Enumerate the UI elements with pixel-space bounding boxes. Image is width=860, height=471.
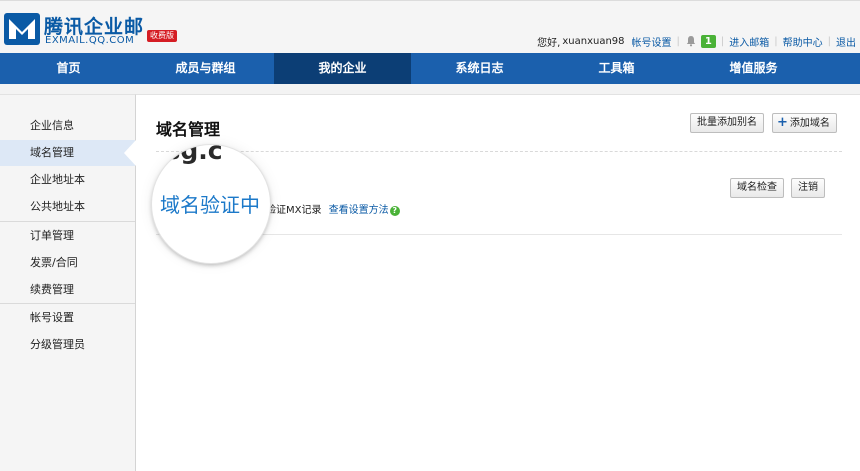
sidebar: 企业信息 域名管理 企业地址本 公共地址本 订单管理 发票/合同 续费管理 帐号… xyxy=(0,94,136,471)
setup-method-link[interactable]: 查看设置方法 xyxy=(329,205,389,216)
user-toolbar: 您好, xuanxuan98 帐号设置 | 1 | 进入邮箱 | 帮助中心 | … xyxy=(537,33,856,49)
nav-home[interactable]: 首页 xyxy=(0,53,137,84)
page-title: 域名管理 xyxy=(156,120,221,139)
brand-logo[interactable]: 腾讯企业邮 EXMAIL.QQ.COM 收费版 xyxy=(4,13,177,53)
logout-link[interactable]: 退出 xyxy=(836,34,856,49)
sidebar-divider xyxy=(0,303,135,304)
sidebar-item-enterprise-info[interactable]: 企业信息 xyxy=(0,113,135,139)
nav-bottom-strip xyxy=(0,84,860,94)
sidebar-divider xyxy=(0,221,135,222)
add-domain-label: 添加域名 xyxy=(789,118,830,129)
mx-verify-text: 验证MX记录 xyxy=(266,205,322,216)
nav-my-enterprise[interactable]: 我的企业 xyxy=(274,53,411,84)
brand-domain: EXMAIL.QQ.COM xyxy=(45,35,135,46)
toolbar-separator: | xyxy=(774,35,778,47)
main-content: 域名管理 批量添加别名 + 添加域名 验证MX记录 查看设置方法? 域名检查 注销… xyxy=(136,94,860,471)
sidebar-item-renewal[interactable]: 续费管理 xyxy=(0,277,135,303)
nav-toolbox[interactable]: 工具箱 xyxy=(548,53,685,84)
bell-icon[interactable] xyxy=(685,35,697,47)
sidebar-item-sub-admin[interactable]: 分级管理员 xyxy=(0,332,135,358)
active-pointer xyxy=(124,140,136,166)
sidebar-item-enterprise-address-book[interactable]: 企业地址本 xyxy=(0,167,135,193)
enter-mailbox-link[interactable]: 进入邮箱 xyxy=(729,34,769,49)
nav-value-added[interactable]: 增值服务 xyxy=(685,53,822,84)
deregister-button[interactable]: 注销 xyxy=(791,178,825,198)
greeting-text: 您好, xyxy=(537,37,561,49)
domain-status-note: 验证MX记录 查看设置方法? xyxy=(266,201,400,216)
sidebar-item-public-address-book[interactable]: 公共地址本 xyxy=(0,194,135,220)
batch-add-alias-button[interactable]: 批量添加别名 xyxy=(690,113,764,133)
notification-count-badge[interactable]: 1 xyxy=(700,34,716,48)
toolbar-separator: | xyxy=(720,35,725,47)
sidebar-item-domain-management[interactable]: 域名管理 xyxy=(0,140,135,166)
domain-check-button[interactable]: 域名检查 xyxy=(730,178,784,198)
toolbar-separator: | xyxy=(676,35,680,47)
domain-verifying-status: 域名验证中 xyxy=(160,193,260,217)
envelope-logo-icon xyxy=(4,13,40,45)
top-header: 腾讯企业邮 EXMAIL.QQ.COM 收费版 您好, xuanxuan98 帐… xyxy=(0,0,860,53)
help-question-icon[interactable]: ? xyxy=(389,206,400,216)
sidebar-item-account-settings[interactable]: 帐号设置 xyxy=(0,305,135,331)
plus-icon: + xyxy=(777,115,788,130)
zoom-magnifier: .sg.c 域名验证中 xyxy=(152,145,270,263)
sidebar-item-invoice-contract[interactable]: 发票/合同 xyxy=(0,250,135,276)
section-divider xyxy=(156,151,842,152)
toolbar-separator: | xyxy=(827,35,831,47)
edition-badge: 收费版 xyxy=(147,30,177,42)
domain-name-partial: .sg.c xyxy=(156,145,223,165)
help-center-link[interactable]: 帮助中心 xyxy=(783,34,823,49)
add-domain-button[interactable]: + 添加域名 xyxy=(772,113,837,133)
username-text: xuanxuan98 xyxy=(562,35,625,47)
account-settings-link[interactable]: 帐号设置 xyxy=(632,34,672,49)
nav-system-log[interactable]: 系统日志 xyxy=(411,53,548,84)
main-nav: 首页 成员与群组 我的企业 系统日志 工具箱 增值服务 xyxy=(0,53,860,84)
nav-members-groups[interactable]: 成员与群组 xyxy=(137,53,274,84)
sidebar-item-orders[interactable]: 订单管理 xyxy=(0,223,135,249)
